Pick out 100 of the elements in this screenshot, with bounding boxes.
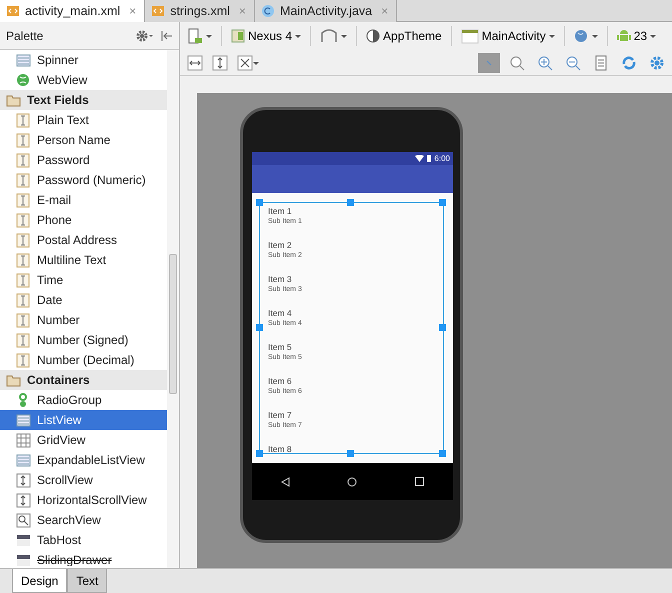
palette-item[interactable]: ListView <box>0 410 168 430</box>
caret-icon <box>295 34 302 38</box>
grid-icon <box>16 432 31 448</box>
close-icon[interactable]: × <box>129 2 136 20</box>
palette-item[interactable]: Password <box>0 150 168 170</box>
caret-icon <box>206 34 212 38</box>
list-item-title: Item 6 <box>268 376 292 387</box>
list-item-title: Item 3 <box>268 274 292 285</box>
actual-size-icon <box>509 55 525 72</box>
palette-category[interactable]: Text Fields <box>0 90 168 110</box>
palette-item[interactable]: GridView <box>0 430 168 450</box>
theme-icon <box>366 29 380 43</box>
search-icon <box>16 512 31 528</box>
palette-item[interactable]: Postal Address <box>0 230 168 250</box>
palette-item[interactable]: Plain Text <box>0 110 168 130</box>
caret-icon <box>253 62 259 65</box>
refresh-icon <box>621 55 637 72</box>
wifi-icon <box>415 155 424 162</box>
palette-item[interactable]: Number <box>0 310 168 330</box>
palette-category[interactable]: Containers <box>0 370 168 390</box>
orientation-icon <box>320 28 338 44</box>
fit-height-icon <box>212 55 228 72</box>
editor-tab[interactable]: strings.xml × <box>145 0 255 22</box>
palette-item[interactable]: ScrollView <box>0 470 168 490</box>
text-field-icon <box>16 352 31 368</box>
palette-item[interactable]: ExpandableListView <box>0 450 168 470</box>
scroll-icon <box>16 492 31 508</box>
settings-icon[interactable] <box>136 30 154 42</box>
activity-dropdown[interactable]: MainActivity <box>458 26 558 46</box>
list-item-title: Item 1 <box>268 206 292 217</box>
palette-item[interactable]: HorizontalScrollView <box>0 490 168 510</box>
resize-handle[interactable] <box>256 450 263 457</box>
text-field-icon <box>16 192 31 208</box>
folder-icon <box>6 372 21 388</box>
list-item-title: Item 4 <box>268 308 292 319</box>
palette-item[interactable]: RadioGroup <box>0 390 168 410</box>
palette-item[interactable]: SearchView <box>0 510 168 530</box>
palette-item[interactable]: WebView <box>0 70 168 90</box>
editor-tab[interactable]: MainActivity.java × <box>254 0 398 22</box>
palette-item[interactable]: Multiline Text <box>0 250 168 270</box>
palette-title: Palette <box>6 28 44 44</box>
palette-item[interactable]: Time <box>0 270 168 290</box>
resize-handle[interactable] <box>347 450 354 457</box>
collapse-icon[interactable] <box>160 30 173 42</box>
palette-item[interactable]: E-mail <box>0 190 168 210</box>
clock-text: 6:00 <box>434 152 450 164</box>
back-icon[interactable] <box>280 476 290 486</box>
palette-item[interactable]: TabHost <box>0 530 168 550</box>
select-tool-button[interactable] <box>478 52 500 72</box>
tab-host-icon <box>16 532 31 548</box>
text-field-icon <box>16 312 31 328</box>
device-dropdown[interactable]: Nexus 4 <box>228 26 304 46</box>
editor-mode-tab[interactable]: Design <box>12 569 68 593</box>
text-field-icon <box>16 252 31 268</box>
scrollbar-thumb[interactable] <box>169 254 177 394</box>
text-field-icon <box>16 172 31 188</box>
text-field-icon <box>16 152 31 168</box>
text-field-icon <box>16 132 31 148</box>
android-icon <box>616 28 631 44</box>
theme-button[interactable]: AppTheme <box>363 26 445 46</box>
text-field-icon <box>16 112 31 128</box>
resize-handle[interactable] <box>439 324 446 331</box>
globe-icon <box>16 72 31 88</box>
fit-screen-icon <box>237 55 253 72</box>
home-icon[interactable] <box>347 476 358 486</box>
list-item-title: Item 7 <box>268 410 292 421</box>
resize-handle[interactable] <box>439 450 446 457</box>
resize-handle[interactable] <box>256 199 263 206</box>
caret-icon <box>341 34 348 38</box>
globe-icon <box>574 28 589 44</box>
editor-mode-tab[interactable]: Text <box>67 569 108 593</box>
phone-icon <box>187 28 203 44</box>
palette-item[interactable]: Person Name <box>0 130 168 150</box>
battery-icon <box>427 155 432 162</box>
xml-file-icon <box>6 4 20 18</box>
text-field-icon <box>16 292 31 308</box>
zoom-in-icon <box>537 55 553 72</box>
text-field-icon <box>16 212 31 228</box>
settings-icon <box>649 55 665 72</box>
editor-tab[interactable]: activity_main.xml × <box>0 0 146 22</box>
list-icon <box>16 412 31 428</box>
list-icon <box>16 452 31 468</box>
palette-item[interactable]: Password (Numeric) <box>0 170 168 190</box>
recents-icon[interactable] <box>415 477 424 486</box>
palette-item[interactable]: Spinner <box>0 50 168 70</box>
scroll-icon <box>16 472 31 488</box>
palette-item[interactable]: Number (Signed) <box>0 330 168 350</box>
palette-item[interactable]: Number (Decimal) <box>0 350 168 370</box>
resize-handle[interactable] <box>256 324 263 331</box>
caret-icon <box>592 34 598 38</box>
xml-file-icon <box>151 4 166 18</box>
list-item-title: Item 2 <box>268 240 292 251</box>
resize-handle[interactable] <box>439 199 446 206</box>
resize-handle[interactable] <box>347 199 354 206</box>
caret-icon <box>650 34 656 38</box>
list-icon <box>16 52 31 68</box>
document-icon <box>593 55 609 72</box>
palette-item[interactable]: Date <box>0 290 168 310</box>
palette-item[interactable]: Phone <box>0 210 168 230</box>
api-dropdown[interactable]: 23 <box>614 26 660 46</box>
